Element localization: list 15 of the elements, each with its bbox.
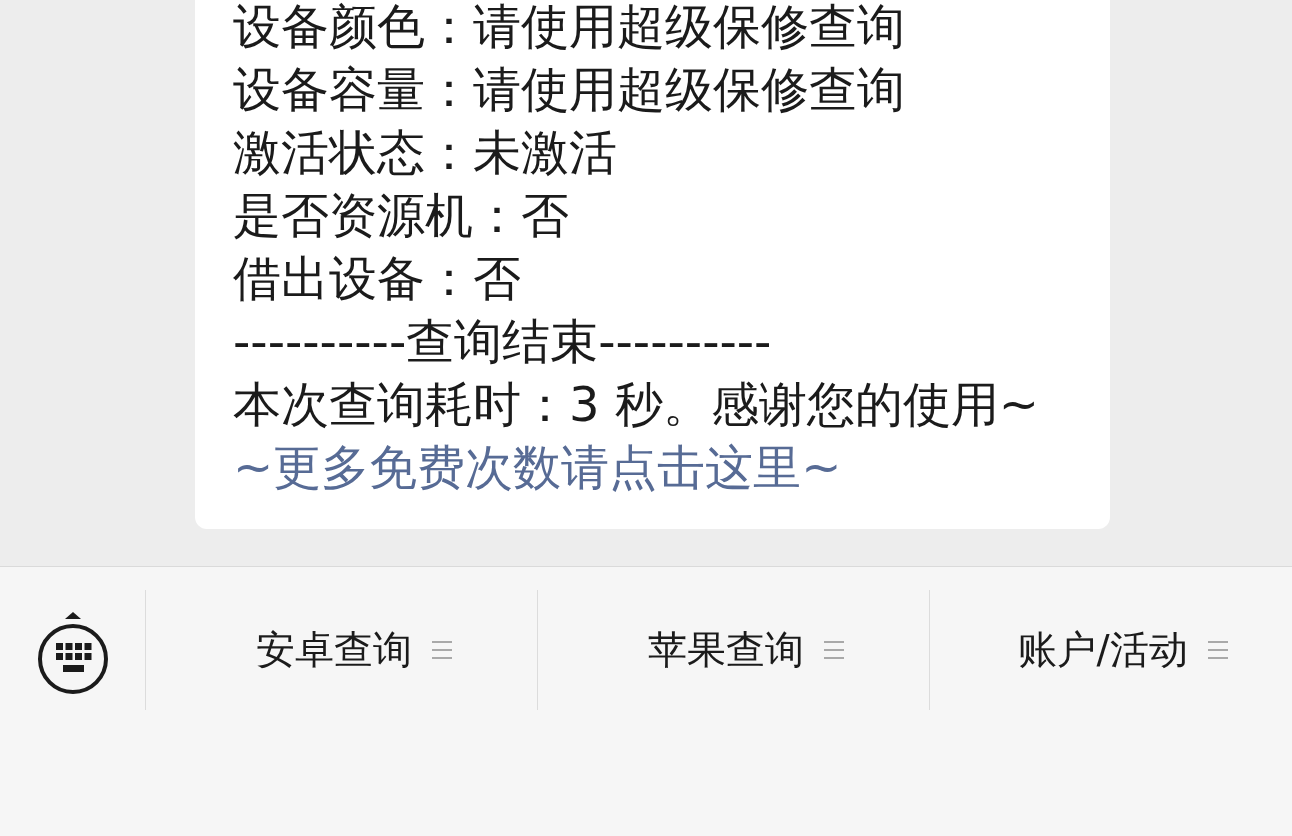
- menu-item[interactable]: 安卓查询: [145, 590, 537, 710]
- keyboard-icon[interactable]: [36, 612, 109, 696]
- message-link[interactable]: ~更多免费次数请点击这里~: [233, 436, 842, 499]
- menu-icon: [431, 641, 452, 659]
- menu-item[interactable]: 苹果查询: [537, 590, 929, 710]
- message-line: 激活状态：未激活: [233, 123, 618, 182]
- message-line: 设备颜色：请使用超级保修查询: [233, 0, 906, 56]
- message-line: 是否资源机：否: [233, 186, 570, 245]
- message-line: 本次查询耗时：3 秒。感谢您的使用~: [233, 375, 1040, 434]
- menu-icon: [823, 641, 844, 659]
- menu-item[interactable]: 账户/活动: [929, 590, 1292, 710]
- message-line: 借出设备：否: [233, 249, 522, 308]
- message-line: ----------查询结束----------: [233, 312, 773, 371]
- menu-icon: [1207, 641, 1228, 659]
- message-line: 设备容量：请使用超级保修查询: [233, 60, 906, 119]
